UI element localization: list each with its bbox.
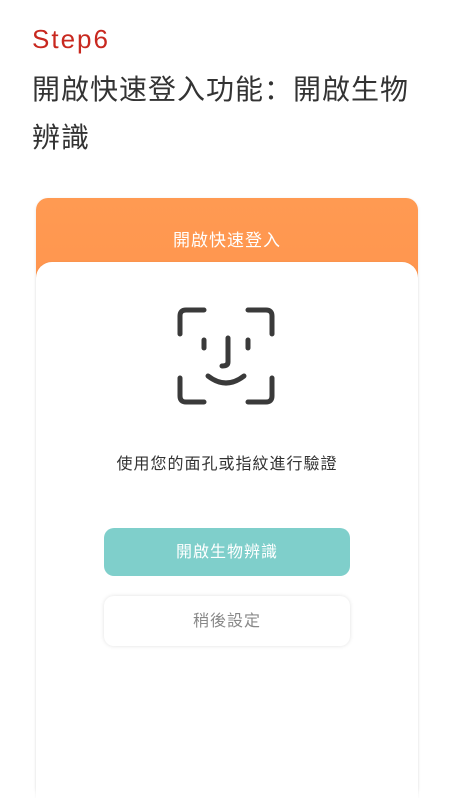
header-title: 開啟快速登入 bbox=[173, 231, 281, 251]
content-sheet: 使用您的面孔或指紋進行驗證 開啟生物辨識 稍後設定 bbox=[36, 262, 418, 798]
verification-description: 使用您的面孔或指紋進行驗證 bbox=[116, 454, 338, 473]
step-label: Step6 bbox=[32, 24, 110, 54]
enable-biometrics-button[interactable]: 開啟生物辨識 bbox=[104, 528, 350, 576]
face-id-icon bbox=[177, 307, 275, 405]
step-title: 開啟快速登入功能：開啟生物辨識 bbox=[32, 73, 410, 154]
phone-screen-card: 開啟快速登入 使用您的面孔或指紋進行驗證 開啟生物辨識 稍後設定 bbox=[36, 198, 418, 798]
set-later-button[interactable]: 稍後設定 bbox=[104, 596, 350, 646]
